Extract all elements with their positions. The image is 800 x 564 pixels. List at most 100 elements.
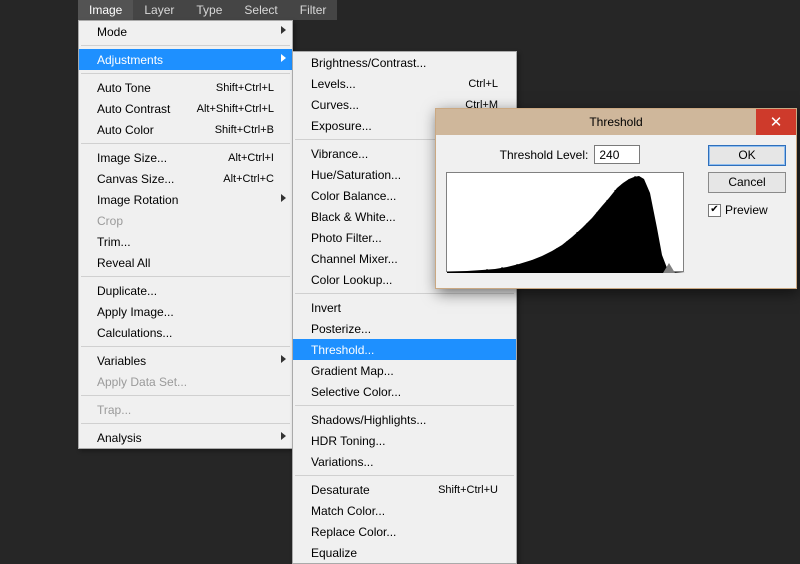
menu-item-shortcut: Shift+Ctrl+U: [438, 484, 498, 496]
image-menu-separator: [81, 423, 290, 424]
menubar-item-layer[interactable]: Layer: [133, 0, 185, 20]
image-menu-separator: [81, 45, 290, 46]
image-menu-item[interactable]: Auto ContrastAlt+Shift+Ctrl+L: [79, 98, 292, 119]
preview-label: Preview: [725, 203, 768, 217]
adjustments-menu-separator: [295, 293, 514, 294]
menubar: ImageLayerTypeSelectFilter: [78, 0, 337, 20]
menu-item-label: Image Rotation: [97, 193, 274, 207]
cancel-button[interactable]: Cancel: [708, 172, 786, 193]
adjustments-menu-item[interactable]: Gradient Map...: [293, 360, 516, 381]
adjustments-menu-item[interactable]: Variations...: [293, 451, 516, 472]
menu-item-label: Levels...: [311, 77, 468, 91]
ok-button[interactable]: OK: [708, 145, 786, 166]
menu-item-label: Trim...: [97, 235, 274, 249]
menubar-item-filter[interactable]: Filter: [289, 0, 338, 20]
close-button[interactable]: ✕: [756, 109, 796, 135]
image-menu-item[interactable]: Auto ToneShift+Ctrl+L: [79, 77, 292, 98]
chevron-right-icon: [281, 355, 286, 363]
adjustments-menu-item[interactable]: Equalize: [293, 542, 516, 563]
adjustments-menu-separator: [295, 475, 514, 476]
image-menu-item[interactable]: Analysis: [79, 427, 292, 448]
menu-item-label: Trap...: [97, 403, 274, 417]
image-menu-separator: [81, 73, 290, 74]
menu-item-label: Match Color...: [311, 504, 498, 518]
menu-item-label: Auto Contrast: [97, 102, 197, 116]
adjustments-menu-item[interactable]: DesaturateShift+Ctrl+U: [293, 479, 516, 500]
menu-item-label: Brightness/Contrast...: [311, 56, 498, 70]
menu-item-label: Replace Color...: [311, 525, 498, 539]
menu-item-label: Gradient Map...: [311, 364, 498, 378]
menu-item-shortcut: Alt+Ctrl+C: [223, 173, 274, 185]
image-menu-item[interactable]: Auto ColorShift+Ctrl+B: [79, 119, 292, 140]
menu-item-label: Duplicate...: [97, 284, 274, 298]
menubar-item-image[interactable]: Image: [78, 0, 133, 20]
menubar-item-type[interactable]: Type: [185, 0, 233, 20]
menu-item-label: Shadows/Highlights...: [311, 413, 498, 427]
adjustments-menu-item[interactable]: Threshold...: [293, 339, 516, 360]
adjustments-menu-item[interactable]: Levels...Ctrl+L: [293, 73, 516, 94]
image-menu-item[interactable]: Duplicate...: [79, 280, 292, 301]
menu-item-label: Apply Data Set...: [97, 375, 274, 389]
chevron-right-icon: [281, 54, 286, 62]
menu-item-label: Threshold...: [311, 343, 498, 357]
menu-item-label: Variables: [97, 354, 274, 368]
image-menu-separator: [81, 346, 290, 347]
menu-item-label: Calculations...: [97, 326, 274, 340]
menu-item-label: Canvas Size...: [97, 172, 223, 186]
threshold-slider-icon[interactable]: [663, 263, 675, 273]
image-menu-item[interactable]: Canvas Size...Alt+Ctrl+C: [79, 168, 292, 189]
image-menu-item[interactable]: Variables: [79, 350, 292, 371]
menu-item-label: Crop: [97, 214, 274, 228]
image-menu-separator: [81, 395, 290, 396]
menu-item-shortcut: Alt+Shift+Ctrl+L: [197, 103, 274, 115]
image-menu-item[interactable]: Calculations...: [79, 322, 292, 343]
menu-item-label: Posterize...: [311, 322, 498, 336]
menu-item-label: Variations...: [311, 455, 498, 469]
menu-item-label: Mode: [97, 25, 274, 39]
menu-item-label: Auto Tone: [97, 81, 216, 95]
menu-item-label: Equalize: [311, 546, 498, 560]
dialog-titlebar[interactable]: Threshold ✕: [436, 109, 796, 135]
menu-item-shortcut: Alt+Ctrl+I: [228, 152, 274, 164]
adjustments-menu-item[interactable]: Brightness/Contrast...: [293, 52, 516, 73]
menu-item-label: Reveal All: [97, 256, 274, 270]
close-icon: ✕: [770, 113, 783, 131]
adjustments-menu-item[interactable]: Invert: [293, 297, 516, 318]
adjustments-menu-item[interactable]: Replace Color...: [293, 521, 516, 542]
image-menu-item[interactable]: Reveal All: [79, 252, 292, 273]
histogram: [446, 172, 684, 272]
adjustments-menu-separator: [295, 405, 514, 406]
preview-checkbox-row[interactable]: ✔ Preview: [708, 203, 786, 217]
image-menu-item[interactable]: Mode: [79, 21, 292, 42]
adjustments-menu-item[interactable]: Posterize...: [293, 318, 516, 339]
chevron-right-icon: [281, 194, 286, 202]
image-menu-separator: [81, 276, 290, 277]
image-menu-item[interactable]: Apply Image...: [79, 301, 292, 322]
menu-item-label: Invert: [311, 301, 498, 315]
image-menu-item: Trap...: [79, 399, 292, 420]
menu-item-label: Adjustments: [97, 53, 274, 67]
image-menu-item: Crop: [79, 210, 292, 231]
menu-item-shortcut: Shift+Ctrl+B: [215, 124, 274, 136]
preview-checkbox[interactable]: ✔: [708, 204, 721, 217]
image-menu-separator: [81, 143, 290, 144]
menubar-item-select[interactable]: Select: [233, 0, 288, 20]
menu-item-label: Auto Color: [97, 123, 215, 137]
adjustments-menu-item[interactable]: HDR Toning...: [293, 430, 516, 451]
menu-item-label: Apply Image...: [97, 305, 274, 319]
threshold-dialog: Threshold ✕ Threshold Level:: [435, 108, 797, 289]
chevron-right-icon: [281, 432, 286, 440]
image-menu-item[interactable]: Trim...: [79, 231, 292, 252]
image-menu-item[interactable]: Adjustments: [79, 49, 292, 70]
menu-item-label: HDR Toning...: [311, 434, 498, 448]
dialog-title: Threshold: [436, 115, 796, 129]
adjustments-menu-item[interactable]: Shadows/Highlights...: [293, 409, 516, 430]
menu-item-label: Image Size...: [97, 151, 228, 165]
image-menu-item[interactable]: Image Size...Alt+Ctrl+I: [79, 147, 292, 168]
threshold-level-input[interactable]: [594, 145, 640, 164]
image-menu-item[interactable]: Image Rotation: [79, 189, 292, 210]
adjustments-menu-item[interactable]: Selective Color...: [293, 381, 516, 402]
adjustments-menu-item[interactable]: Match Color...: [293, 500, 516, 521]
menu-item-label: Selective Color...: [311, 385, 498, 399]
menu-item-label: Desaturate: [311, 483, 438, 497]
